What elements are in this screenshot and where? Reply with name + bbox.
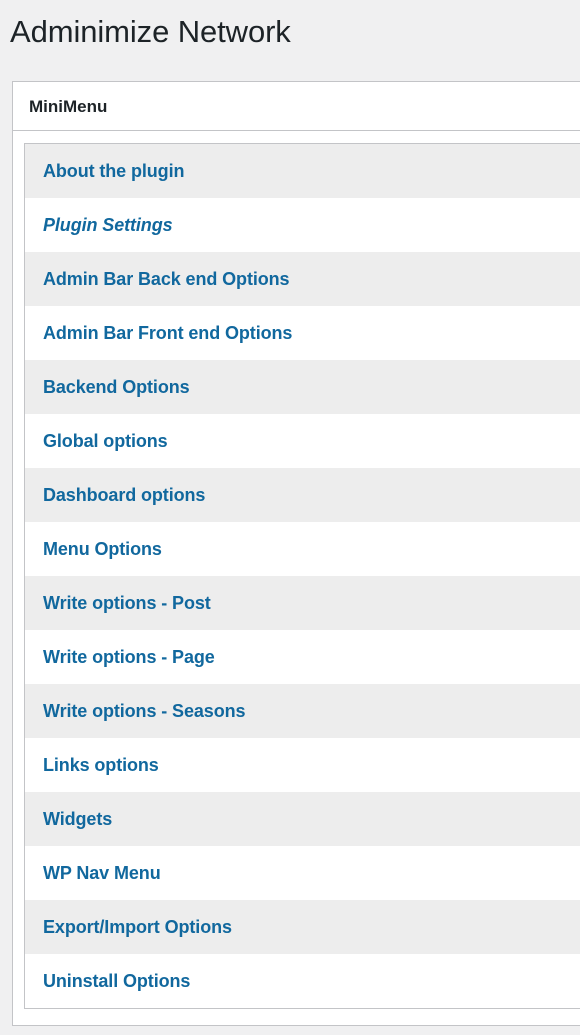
minimenu-item[interactable]: Global options <box>25 414 580 468</box>
minimenu-item-link[interactable]: Admin Bar Front end Options <box>25 323 292 344</box>
minimenu-panel-title: MiniMenu <box>13 82 580 131</box>
minimenu-item[interactable]: Admin Bar Front end Options <box>25 306 580 360</box>
minimenu-item[interactable]: About the plugin <box>25 144 580 198</box>
minimenu-item[interactable]: Write options - Page <box>25 630 580 684</box>
minimenu-item-link[interactable]: Admin Bar Back end Options <box>25 269 290 290</box>
minimenu-item-link[interactable]: Export/Import Options <box>25 917 232 938</box>
minimenu-item[interactable]: WP Nav Menu <box>25 846 580 900</box>
minimenu-item-link[interactable]: Uninstall Options <box>25 971 190 992</box>
minimenu-item[interactable]: Uninstall Options <box>25 954 580 1008</box>
minimenu-item-link[interactable]: Links options <box>25 755 159 776</box>
minimenu-item-link[interactable]: Dashboard options <box>25 485 205 506</box>
minimenu-item-link[interactable]: Write options - Post <box>25 593 211 614</box>
minimenu-item-link[interactable]: WP Nav Menu <box>25 863 161 884</box>
minimenu-item-link[interactable]: Widgets <box>25 809 112 830</box>
minimenu-item-link[interactable]: Global options <box>25 431 168 452</box>
minimenu-item[interactable]: Write options - Post <box>25 576 580 630</box>
minimenu-body: About the plugin Plugin Settings Admin Bar… <box>13 131 580 1025</box>
minimenu-item[interactable]: Export/Import Options <box>25 900 580 954</box>
page-title: Adminimize Network <box>10 13 291 49</box>
minimenu-panel: MiniMenu About the plugin Plugin Settings… <box>12 81 580 1026</box>
minimenu-item[interactable]: Backend Options <box>25 360 580 414</box>
minimenu-item[interactable]: Plugin Settings <box>25 198 580 252</box>
minimenu-item[interactable]: Links options <box>25 738 580 792</box>
minimenu-list: About the plugin Plugin Settings Admin Bar… <box>24 143 580 1009</box>
minimenu-item[interactable]: Admin Bar Back end Options <box>25 252 580 306</box>
minimenu-item[interactable]: Menu Options <box>25 522 580 576</box>
minimenu-item-link[interactable]: Write options - Page <box>25 647 215 668</box>
minimenu-item[interactable]: Write options - Seasons <box>25 684 580 738</box>
minimenu-item-link[interactable]: Write options - Seasons <box>25 701 246 722</box>
minimenu-item-link[interactable]: Backend Options <box>25 377 190 398</box>
minimenu-item-link[interactable]: About the plugin <box>25 161 184 182</box>
minimenu-item-link[interactable]: Plugin Settings <box>25 215 173 236</box>
minimenu-item-link[interactable]: Menu Options <box>25 539 162 560</box>
minimenu-item[interactable]: Dashboard options <box>25 468 580 522</box>
minimenu-item[interactable]: Widgets <box>25 792 580 846</box>
